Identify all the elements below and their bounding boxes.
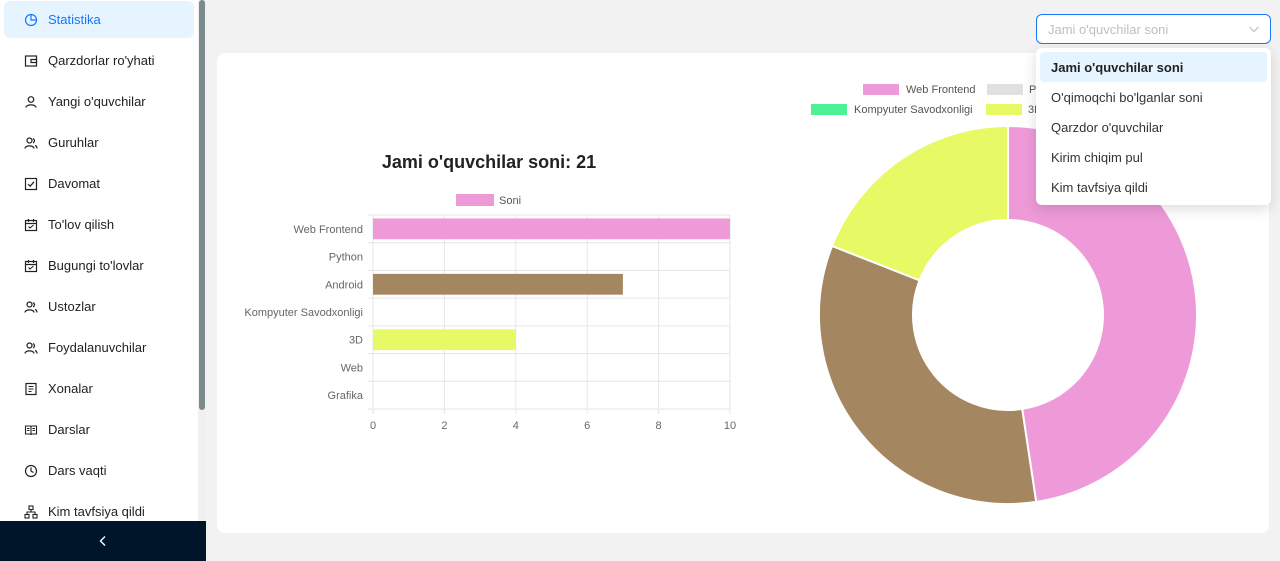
sidebar-item-label: Foydalanuvchilar <box>48 340 147 355</box>
sidebar-item-guruhlar[interactable]: Guruhlar <box>4 124 194 161</box>
sidebar-item-dars-vaqti[interactable]: Dars vaqti <box>4 452 194 489</box>
checkbox-icon <box>24 177 38 191</box>
sidebar-item-label: Darslar <box>48 422 90 437</box>
sidebar-item-label: Davomat <box>48 176 101 191</box>
select-option[interactable]: Jami o'quvchilar soni <box>1040 52 1267 82</box>
sidebar-item-label: Dars vaqti <box>48 463 107 478</box>
sidebar-item-label: Qarzdorlar ro'yhati <box>48 53 155 68</box>
select-option[interactable]: O'qimoqchi bo'lganlar soni <box>1040 82 1267 112</box>
sidebar-item-yangi-o-quvchilar[interactable]: Yangi o'quvchilar <box>4 83 194 120</box>
users-icon <box>24 300 38 314</box>
sidebar-item-ustozlar[interactable]: Ustozlar <box>4 288 194 325</box>
clock-icon <box>24 464 38 478</box>
sidebar-item-xonalar[interactable]: Xonalar <box>4 370 194 407</box>
network-icon <box>24 504 38 519</box>
pie-chart-icon <box>24 13 38 27</box>
sidebar-item-to-lov-qilish[interactable]: To'lov qilish <box>4 206 194 243</box>
sidebar-item-darslar[interactable]: Darslar <box>4 411 194 448</box>
calendar-icon <box>24 259 38 273</box>
sidebar-item-label: Xonalar <box>48 381 93 396</box>
sidebar-item-statistika[interactable]: Statistika <box>4 1 194 38</box>
users-icon <box>24 136 38 150</box>
select-option[interactable]: Qarzdor o'quvchilar <box>1040 112 1267 142</box>
app-root: Statistika Qarzdorlar ro'yhati Yangi o'quv… <box>0 0 1280 561</box>
sidebar-item-davomat[interactable]: Davomat <box>4 165 194 202</box>
select-dropdown: Jami o'quvchilar soni O'qimoqchi bo'lganl… <box>1036 48 1271 205</box>
user-icon <box>24 95 38 109</box>
calendar-icon <box>24 218 38 232</box>
sidebar-item-kim-tavfsiya-qildi[interactable]: Kim tavfsiya qildi <box>4 493 194 521</box>
users-icon <box>24 341 38 355</box>
sidebar-item-label: Kim tavfsiya qildi <box>48 504 145 519</box>
chevron-down-icon <box>1249 26 1259 33</box>
sidebar-scrollbar-thumb[interactable] <box>199 0 205 410</box>
document-icon <box>24 382 38 396</box>
sidebar-item-label: Ustozlar <box>48 299 96 314</box>
sidebar-item-bugungi-to-lovlar[interactable]: Bugungi to'lovlar <box>4 247 194 284</box>
select-option[interactable]: Kim tavfsiya qildi <box>1040 172 1267 202</box>
sidebar-menu: Statistika Qarzdorlar ro'yhati Yangi o'quv… <box>0 0 198 521</box>
wallet-icon <box>24 54 38 68</box>
select-placeholder: Jami o'quvchilar soni <box>1048 21 1169 37</box>
sidebar-item-label: To'lov qilish <box>48 217 115 232</box>
sidebar-item-label: Guruhlar <box>48 135 99 150</box>
sidebar: Statistika Qarzdorlar ro'yhati Yangi o'quv… <box>0 0 206 561</box>
chevron-left-icon <box>99 536 106 546</box>
select-option[interactable]: Kirim chiqim pul <box>1040 142 1267 172</box>
sidebar-item-label: Statistika <box>48 12 101 27</box>
book-icon <box>24 423 38 437</box>
sidebar-item-foydalanuvchilar[interactable]: Foydalanuvchilar <box>4 329 194 366</box>
sidebar-item-label: Yangi o'quvchilar <box>48 94 146 109</box>
sidebar-item-label: Bugungi to'lovlar <box>48 258 144 273</box>
stat-type-select[interactable]: Jami o'quvchilar soni <box>1036 14 1271 44</box>
sidebar-collapse-button[interactable] <box>0 521 206 561</box>
sidebar-item-qarzdorlar-ro-yhati[interactable]: Qarzdorlar ro'yhati <box>4 42 194 79</box>
